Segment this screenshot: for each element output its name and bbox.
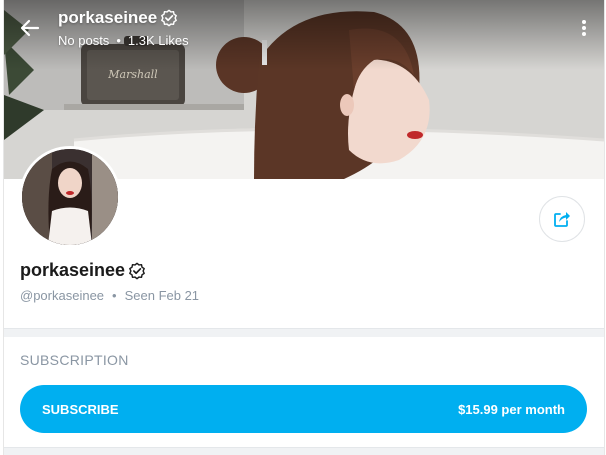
subscription-price: $15.99 per month bbox=[458, 401, 565, 417]
profile-display-name: porkaseinee bbox=[20, 260, 126, 280]
section-divider bbox=[4, 328, 604, 337]
header-stats: No posts • 1.3K Likes bbox=[58, 33, 189, 48]
profile-subline: @porkaseinee • Seen Feb 21 bbox=[20, 288, 199, 303]
subscribe-label: SUBSCRIBE bbox=[42, 401, 119, 417]
profile-page: Marshall porkaseinee No posts • 1.3K Lik… bbox=[3, 0, 605, 455]
share-icon bbox=[554, 212, 570, 227]
verified-badge-icon bbox=[129, 262, 145, 279]
posts-count: No posts bbox=[58, 33, 110, 48]
verified-badge-icon bbox=[161, 9, 178, 27]
subscribe-button[interactable]: SUBSCRIBE $15.99 per month bbox=[20, 385, 587, 433]
more-vertical-icon bbox=[582, 20, 586, 36]
profile-handle[interactable]: @porkaseinee bbox=[20, 288, 104, 303]
more-options-button[interactable] bbox=[572, 12, 596, 44]
header-username: porkaseinee bbox=[58, 8, 158, 27]
avatar[interactable] bbox=[19, 146, 121, 248]
subscription-title: SUBSCRIPTION bbox=[20, 352, 129, 368]
back-button[interactable] bbox=[14, 12, 46, 44]
avatar-image bbox=[22, 149, 118, 245]
share-button[interactable] bbox=[539, 196, 585, 242]
last-seen: Seen Feb 21 bbox=[124, 288, 200, 303]
top-bar: porkaseinee No posts • 1.3K Likes bbox=[4, 0, 604, 56]
separator-dot: • bbox=[116, 33, 121, 48]
back-arrow-icon bbox=[20, 19, 40, 37]
profile-name-row: porkaseinee bbox=[20, 260, 146, 281]
likes-count: 1.3K Likes bbox=[127, 33, 189, 48]
section-divider bbox=[4, 447, 604, 455]
separator-dot: • bbox=[112, 288, 117, 303]
header-username-row: porkaseinee bbox=[58, 8, 178, 28]
